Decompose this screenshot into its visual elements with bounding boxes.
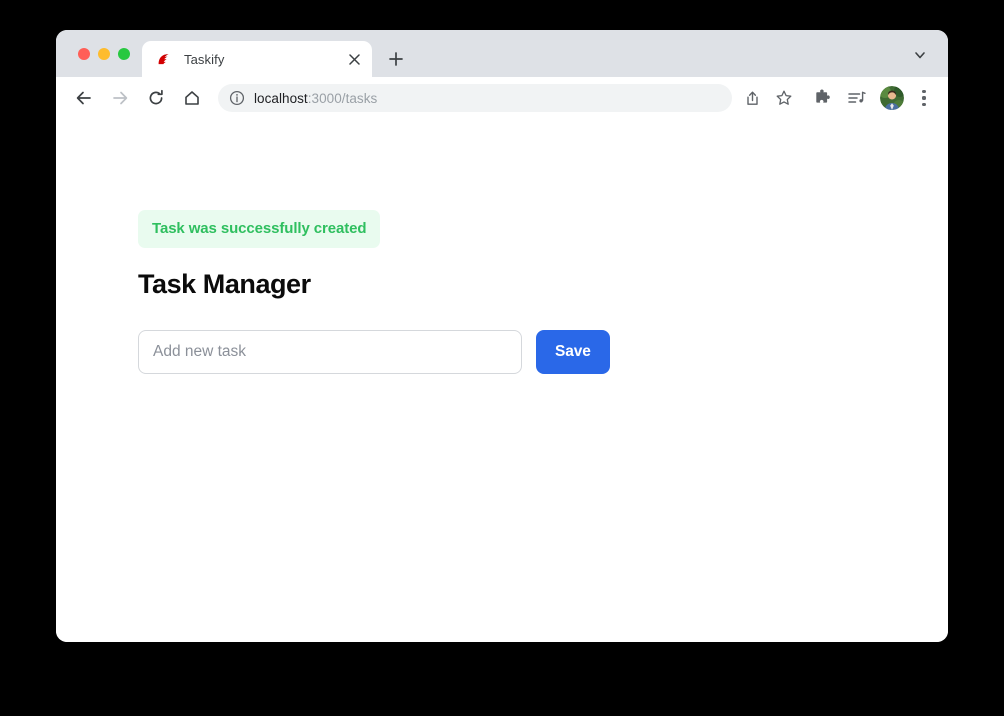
tab-strip: Taskify <box>56 30 948 77</box>
avatar[interactable] <box>880 86 904 110</box>
url-text: localhost:3000/tasks <box>254 91 377 106</box>
minimize-window-button[interactable] <box>98 47 110 60</box>
media-list-icon[interactable] <box>842 84 870 112</box>
browser-tab-taskify[interactable]: Taskify <box>142 41 372 77</box>
window-controls <box>56 30 140 77</box>
tab-title: Taskify <box>184 51 225 67</box>
address-bar[interactable]: localhost:3000/tasks <box>218 84 732 112</box>
flash-success-message: Task was successfully created <box>138 210 381 248</box>
share-icon[interactable] <box>740 86 764 110</box>
browser-toolbar: localhost:3000/tasks <box>56 77 948 120</box>
three-dot-menu-icon[interactable] <box>912 86 936 110</box>
url-path: :3000/tasks <box>307 90 378 106</box>
back-arrow-icon[interactable] <box>70 84 98 112</box>
plus-icon[interactable] <box>382 45 410 73</box>
maximize-window-button[interactable] <box>118 47 130 60</box>
desktop-background: Taskify localhost:3000/tasks Task was su… <box>0 0 1004 716</box>
add-task-form: Save <box>138 330 838 374</box>
star-icon[interactable] <box>772 86 796 110</box>
chevron-down-icon[interactable] <box>906 41 934 69</box>
url-host: localhost <box>254 90 308 106</box>
home-icon[interactable] <box>178 84 206 112</box>
reload-icon[interactable] <box>142 84 170 112</box>
forward-arrow-icon <box>106 84 134 112</box>
page-content: Task was successfully created Task Manag… <box>56 120 948 642</box>
page-title: Task Manager <box>138 269 311 299</box>
rails-logo-icon <box>156 51 173 68</box>
content-container: Task was successfully created Task Manag… <box>138 210 838 374</box>
browser-window: Taskify localhost:3000/tasks Task was su… <box>56 30 948 642</box>
puzzle-piece-icon[interactable] <box>808 84 836 112</box>
save-button[interactable]: Save <box>536 330 610 374</box>
info-circle-icon[interactable] <box>229 90 245 106</box>
close-icon[interactable] <box>344 49 364 69</box>
new-task-input[interactable] <box>138 330 522 374</box>
close-window-button[interactable] <box>78 47 90 60</box>
